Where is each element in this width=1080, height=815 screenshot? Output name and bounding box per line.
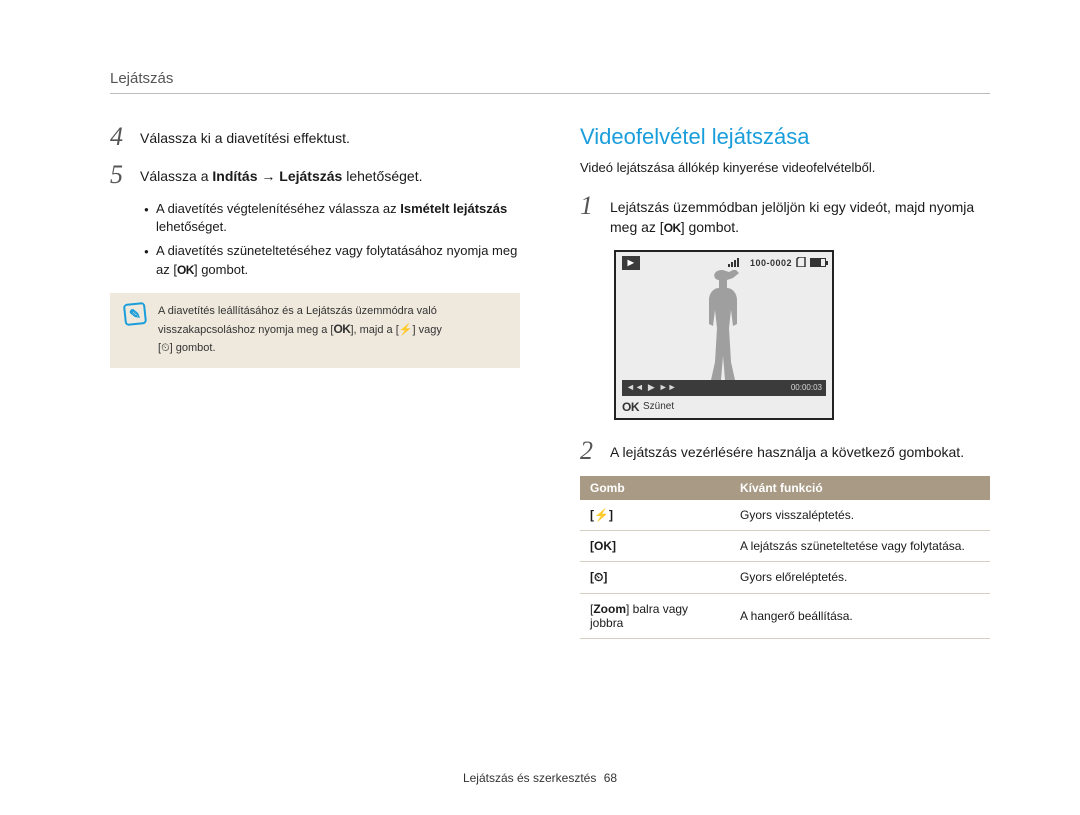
text: ] gombot. [681,219,739,235]
text: lehetőséget. [342,168,422,184]
text: ] vagy [412,324,441,336]
video-thumbnail: ▶ 100-0002 [614,250,834,420]
text: ] gombot. [194,262,248,277]
table-row: [OK] A lejátszás szüneteltetése vagy fol… [580,530,990,561]
folder-count-text: 100-0002 [750,258,792,268]
step-number: 2 [580,438,598,464]
note-line: visszakapcsoláshoz nyomja meg a [OK], ma… [158,320,442,340]
note-text: A diavetítés leállításához és a Lejátszá… [158,303,442,358]
table-header-button: Gomb [580,476,730,500]
ok-icon: OK [177,263,194,277]
section-intro: Videó lejátszása állókép kinyerése video… [580,160,990,175]
function-cell: Gyors visszaléptetés. [730,500,990,531]
battery-icon [810,258,826,267]
page: Lejátszás 4 Válassza ki a diavetítési ef… [0,0,1080,815]
forward-icon: ►► [659,382,677,393]
text: A diavetítés végtelenítéséhez válassza a… [156,201,400,216]
text: ] gombot. [170,342,216,354]
play-badge-icon: ▶ [622,256,640,270]
columns: 4 Válassza ki a diavetítési effektust. 5… [110,124,990,639]
play-icon: ▶ [648,382,655,393]
video-bottom-hint: OK Szünet [622,400,674,414]
step-text: Válassza a Indítás → Lejátszás lehetőség… [140,162,422,188]
page-footer: Lejátszás és szerkesztés 68 [0,771,1080,785]
page-number: 68 [604,771,617,785]
video-control-bar: ◄◄ ▶ ►► 00:00:03 [622,380,826,396]
step-number: 5 [110,162,128,188]
table-row: [⏲] Gyors előreléptetés. [580,561,990,593]
page-header: Lejátszás [110,70,990,94]
note-line: A diavetítés leállításához és a Lejátszá… [158,303,442,321]
step-2: 2 A lejátszás vezérlésére használja a kö… [580,438,990,464]
text-bold: Indítás → Lejátszás [212,168,342,184]
text: ], majd a [ [350,324,398,336]
table-header-function: Kívánt funkció [730,476,990,500]
table-row: [⚡] Gyors visszaléptetés. [580,500,990,531]
bullet-item: A diavetítés szüneteltetéséhez vagy foly… [144,242,520,278]
section-title: Videofelvétel lejátszása [580,124,990,150]
ok-icon: OK [664,221,681,235]
controls-table: Gomb Kívánt funkció [⚡] Gyors visszalépt… [580,476,990,639]
folder-count: 100-0002 [750,258,792,268]
text: Lejátszás üzemmódban jelöljön ki egy vid… [610,197,974,217]
text: meg az [ [610,219,664,235]
memory-card-icon [796,257,806,269]
step-number: 1 [580,193,598,238]
note-box: ✎ A diavetítés leállításához és a Lejáts… [110,293,520,368]
function-cell: A hangerő beállítása. [730,593,990,638]
playback-buttons: ◄◄ ▶ ►► [626,382,677,393]
step-1: 1 Lejátszás üzemmódban jelöljön ki egy v… [580,193,990,238]
left-column: 4 Válassza ki a diavetítési effektust. 5… [110,124,520,639]
button-cell: [⏲] [580,561,730,593]
button-cell: [OK] [580,530,730,561]
flash-icon: ⚡ [399,324,413,336]
right-column: Videofelvétel lejátszása Videó lejátszás… [580,124,990,639]
step-text: Lejátszás üzemmódban jelöljön ki egy vid… [610,193,974,238]
video-top-bar: ▶ 100-0002 [622,256,826,270]
hint-label: Szünet [643,401,674,412]
step-4: 4 Válassza ki a diavetítési effektust. [110,124,520,150]
text-bold: Zoom [593,602,626,616]
timer-icon: ⏲ [161,342,170,354]
text: Válassza a [140,168,212,184]
button-cell: [Zoom] balra vagy jobbra [580,593,730,638]
step-text: A lejátszás vezérlésére használja a köve… [610,438,964,464]
text: lehetőséget. [156,219,227,234]
signal-icon [728,257,746,269]
button-cell: [⚡] [580,500,730,531]
footer-text: Lejátszás és szerkesztés [463,771,596,785]
ok-icon: OK [333,322,350,336]
person-silhouette [689,270,759,385]
ok-icon: OK [622,400,639,414]
text: meg az [OK] gombot. [610,217,974,237]
bullet-item: A diavetítés végtelenítéséhez válassza a… [144,200,520,236]
video-time: 00:00:03 [791,383,822,392]
video-top-right: 100-0002 [728,257,826,269]
sub-bullets: A diavetítés végtelenítéséhez válassza a… [144,200,520,279]
step-5: 5 Válassza a Indítás → Lejátszás lehetős… [110,162,520,188]
function-cell: A lejátszás szüneteltetése vagy folytatá… [730,530,990,561]
text: visszakapcsoláshoz nyomja meg a [ [158,324,333,336]
step-text: Válassza ki a diavetítési effektust. [140,124,350,150]
function-cell: Gyors előreléptetés. [730,561,990,593]
note-line: [⏲] gombot. [158,340,442,358]
rewind-icon: ◄◄ [626,382,644,393]
table-row: [Zoom] balra vagy jobbra A hangerő beáll… [580,593,990,638]
step-number: 4 [110,124,128,150]
text-bold: Ismételt lejátszás [400,201,507,216]
note-icon: ✎ [123,302,147,326]
